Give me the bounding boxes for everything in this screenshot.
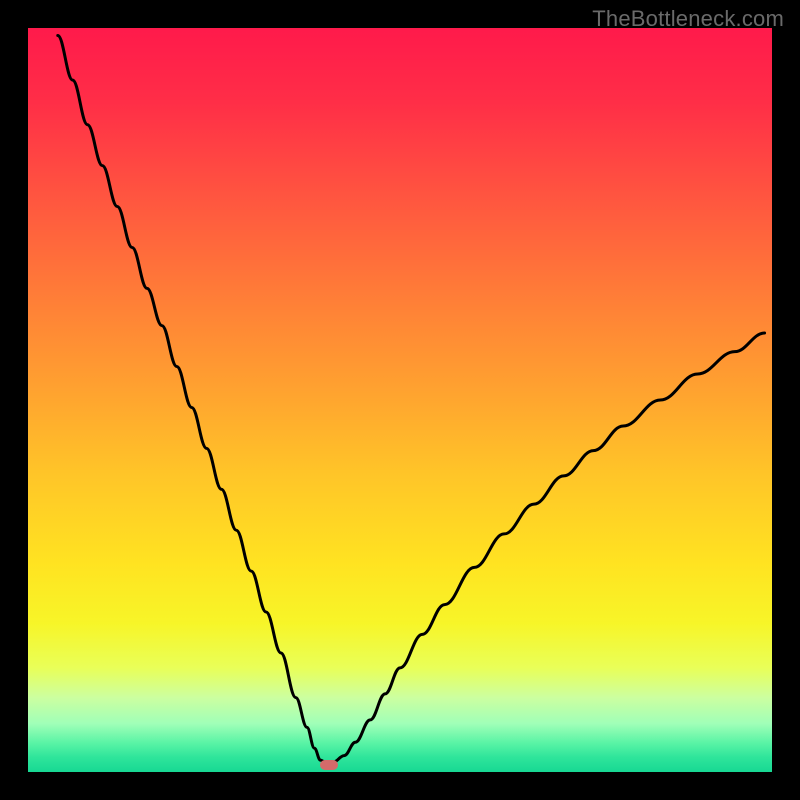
chart-curve	[28, 28, 772, 772]
chart-frame	[28, 28, 772, 772]
watermark-text: TheBottleneck.com	[592, 6, 784, 32]
optimal-point-marker	[320, 760, 338, 770]
